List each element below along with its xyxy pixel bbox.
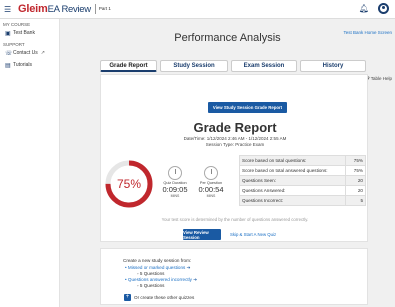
skip-new-quiz-link[interactable]: Skip & Start A New Quiz — [230, 232, 276, 237]
stat-value: 20 — [345, 185, 366, 196]
quiz-duration-stat: Quiz Duration 0:09:05 MINS — [158, 166, 192, 198]
quiz-duration-unit: MINS — [170, 194, 180, 198]
stat-value: 20 — [345, 175, 366, 186]
tab-history[interactable]: History — [300, 60, 366, 72]
missed-questions-count: ◦ 5 Questions — [137, 271, 165, 276]
score-table: Score based on total questions: 75% Score… — [239, 155, 366, 206]
sidebar: MY COURSE ▣ Test Bank SUPPORT ☏ Contact … — [0, 19, 60, 307]
per-question-stat: Per Question 0:00:54 MINS — [194, 166, 228, 198]
stat-value: 75% — [345, 155, 366, 166]
sidebar-item-label: Contact Us — [13, 50, 38, 56]
timer-icon — [204, 166, 218, 180]
table-row: Score based on total questions: 75% — [239, 155, 366, 166]
quiz-duration-value: 0:09:05 — [162, 185, 188, 194]
top-bar: ☰ GleimEA Review Part 1 🔔︎ — [0, 0, 395, 19]
score-note: Your test score is determined by the num… — [161, 217, 309, 222]
stat-label: Score based on total answered questions: — [239, 165, 346, 176]
plus-icon[interactable]: + — [124, 294, 131, 301]
tab-bar: Grade Report Study Session Exam Session … — [100, 60, 366, 73]
sidebar-item-label: Test Bank — [13, 30, 35, 36]
main-area: Performance Analysis Test Bank Home Scre… — [60, 19, 395, 307]
grade-report-card: View Study Session Grade Report Grade Re… — [100, 74, 368, 242]
session-type: Session Type: Practice Exam — [205, 142, 265, 147]
sidebar-item-test-bank[interactable]: ▣ Test Bank — [0, 27, 59, 39]
arrow-right-icon: ➔ — [186, 265, 191, 270]
incorrect-questions-count: ◦ 5 Questions — [137, 283, 165, 288]
table-help-link[interactable]: ❓︎ Table Help — [367, 76, 392, 81]
per-question-value: 0:00:54 — [198, 185, 224, 194]
session-datetime: Date/Time: 1/12/2024 2:46 AM - 1/12/2024… — [183, 136, 287, 141]
clock-icon — [168, 166, 182, 180]
sidebar-section-support: SUPPORT — [3, 42, 25, 47]
stat-label: Questions Answered: — [239, 185, 346, 196]
arrow-right-icon: ➔ — [193, 277, 198, 282]
tab-grade-report[interactable]: Grade Report — [100, 60, 157, 72]
table-row: Questions Answered: 20 — [239, 185, 366, 196]
sidebar-item-tutorials[interactable]: ▤ Tutorials — [0, 59, 59, 71]
new-session-card: Create a new study session from: • Misse… — [100, 248, 368, 305]
stat-label: Score based on total questions: — [239, 155, 346, 166]
grade-report-title: Grade Report — [193, 120, 277, 135]
other-quizzes-text: Or create these other quizzes — [134, 295, 195, 300]
stat-value: 5 — [345, 195, 366, 206]
table-row: Score based on total answered questions:… — [239, 165, 366, 176]
table-row: Questions Incorrect: 5 — [239, 195, 366, 206]
view-review-session-button[interactable]: View Review Session — [183, 229, 221, 240]
brand-logo[interactable]: GleimEA Review — [18, 3, 91, 15]
external-link-icon: ↗ — [40, 50, 45, 56]
table-row: Questions Seen: 20 — [239, 175, 366, 186]
test-bank-home-link[interactable]: Test Bank Home Screen — [343, 30, 392, 35]
menu-icon[interactable]: ☰ — [4, 5, 16, 14]
tutorial-icon: ▤ — [5, 62, 11, 69]
phone-icon: ☏ — [5, 50, 13, 57]
stat-value: 75% — [345, 165, 366, 176]
score-percent: 75% — [116, 177, 142, 191]
stat-label: Questions Seen: — [239, 175, 346, 186]
test-bank-icon: ▣ — [5, 30, 11, 37]
view-study-session-report-button[interactable]: View Study Session Grade Report — [208, 102, 287, 113]
new-session-heading: Create a new study session from: — [123, 258, 192, 263]
tab-exam-session[interactable]: Exam Session — [231, 60, 297, 72]
sidebar-item-contact[interactable]: ☏ Contact Us ↗ — [0, 47, 59, 59]
bell-icon[interactable]: 🔔︎ — [359, 4, 369, 13]
stat-label: Questions Incorrect: — [239, 195, 346, 206]
user-avatar-icon[interactable] — [378, 3, 389, 14]
part-label: Part 1 — [94, 4, 111, 14]
sidebar-item-label: Tutorials — [13, 62, 32, 68]
tab-study-session[interactable]: Study Session — [160, 60, 228, 72]
per-question-unit: MINS — [206, 194, 216, 198]
sidebar-section-my-course: MY COURSE — [3, 22, 31, 27]
